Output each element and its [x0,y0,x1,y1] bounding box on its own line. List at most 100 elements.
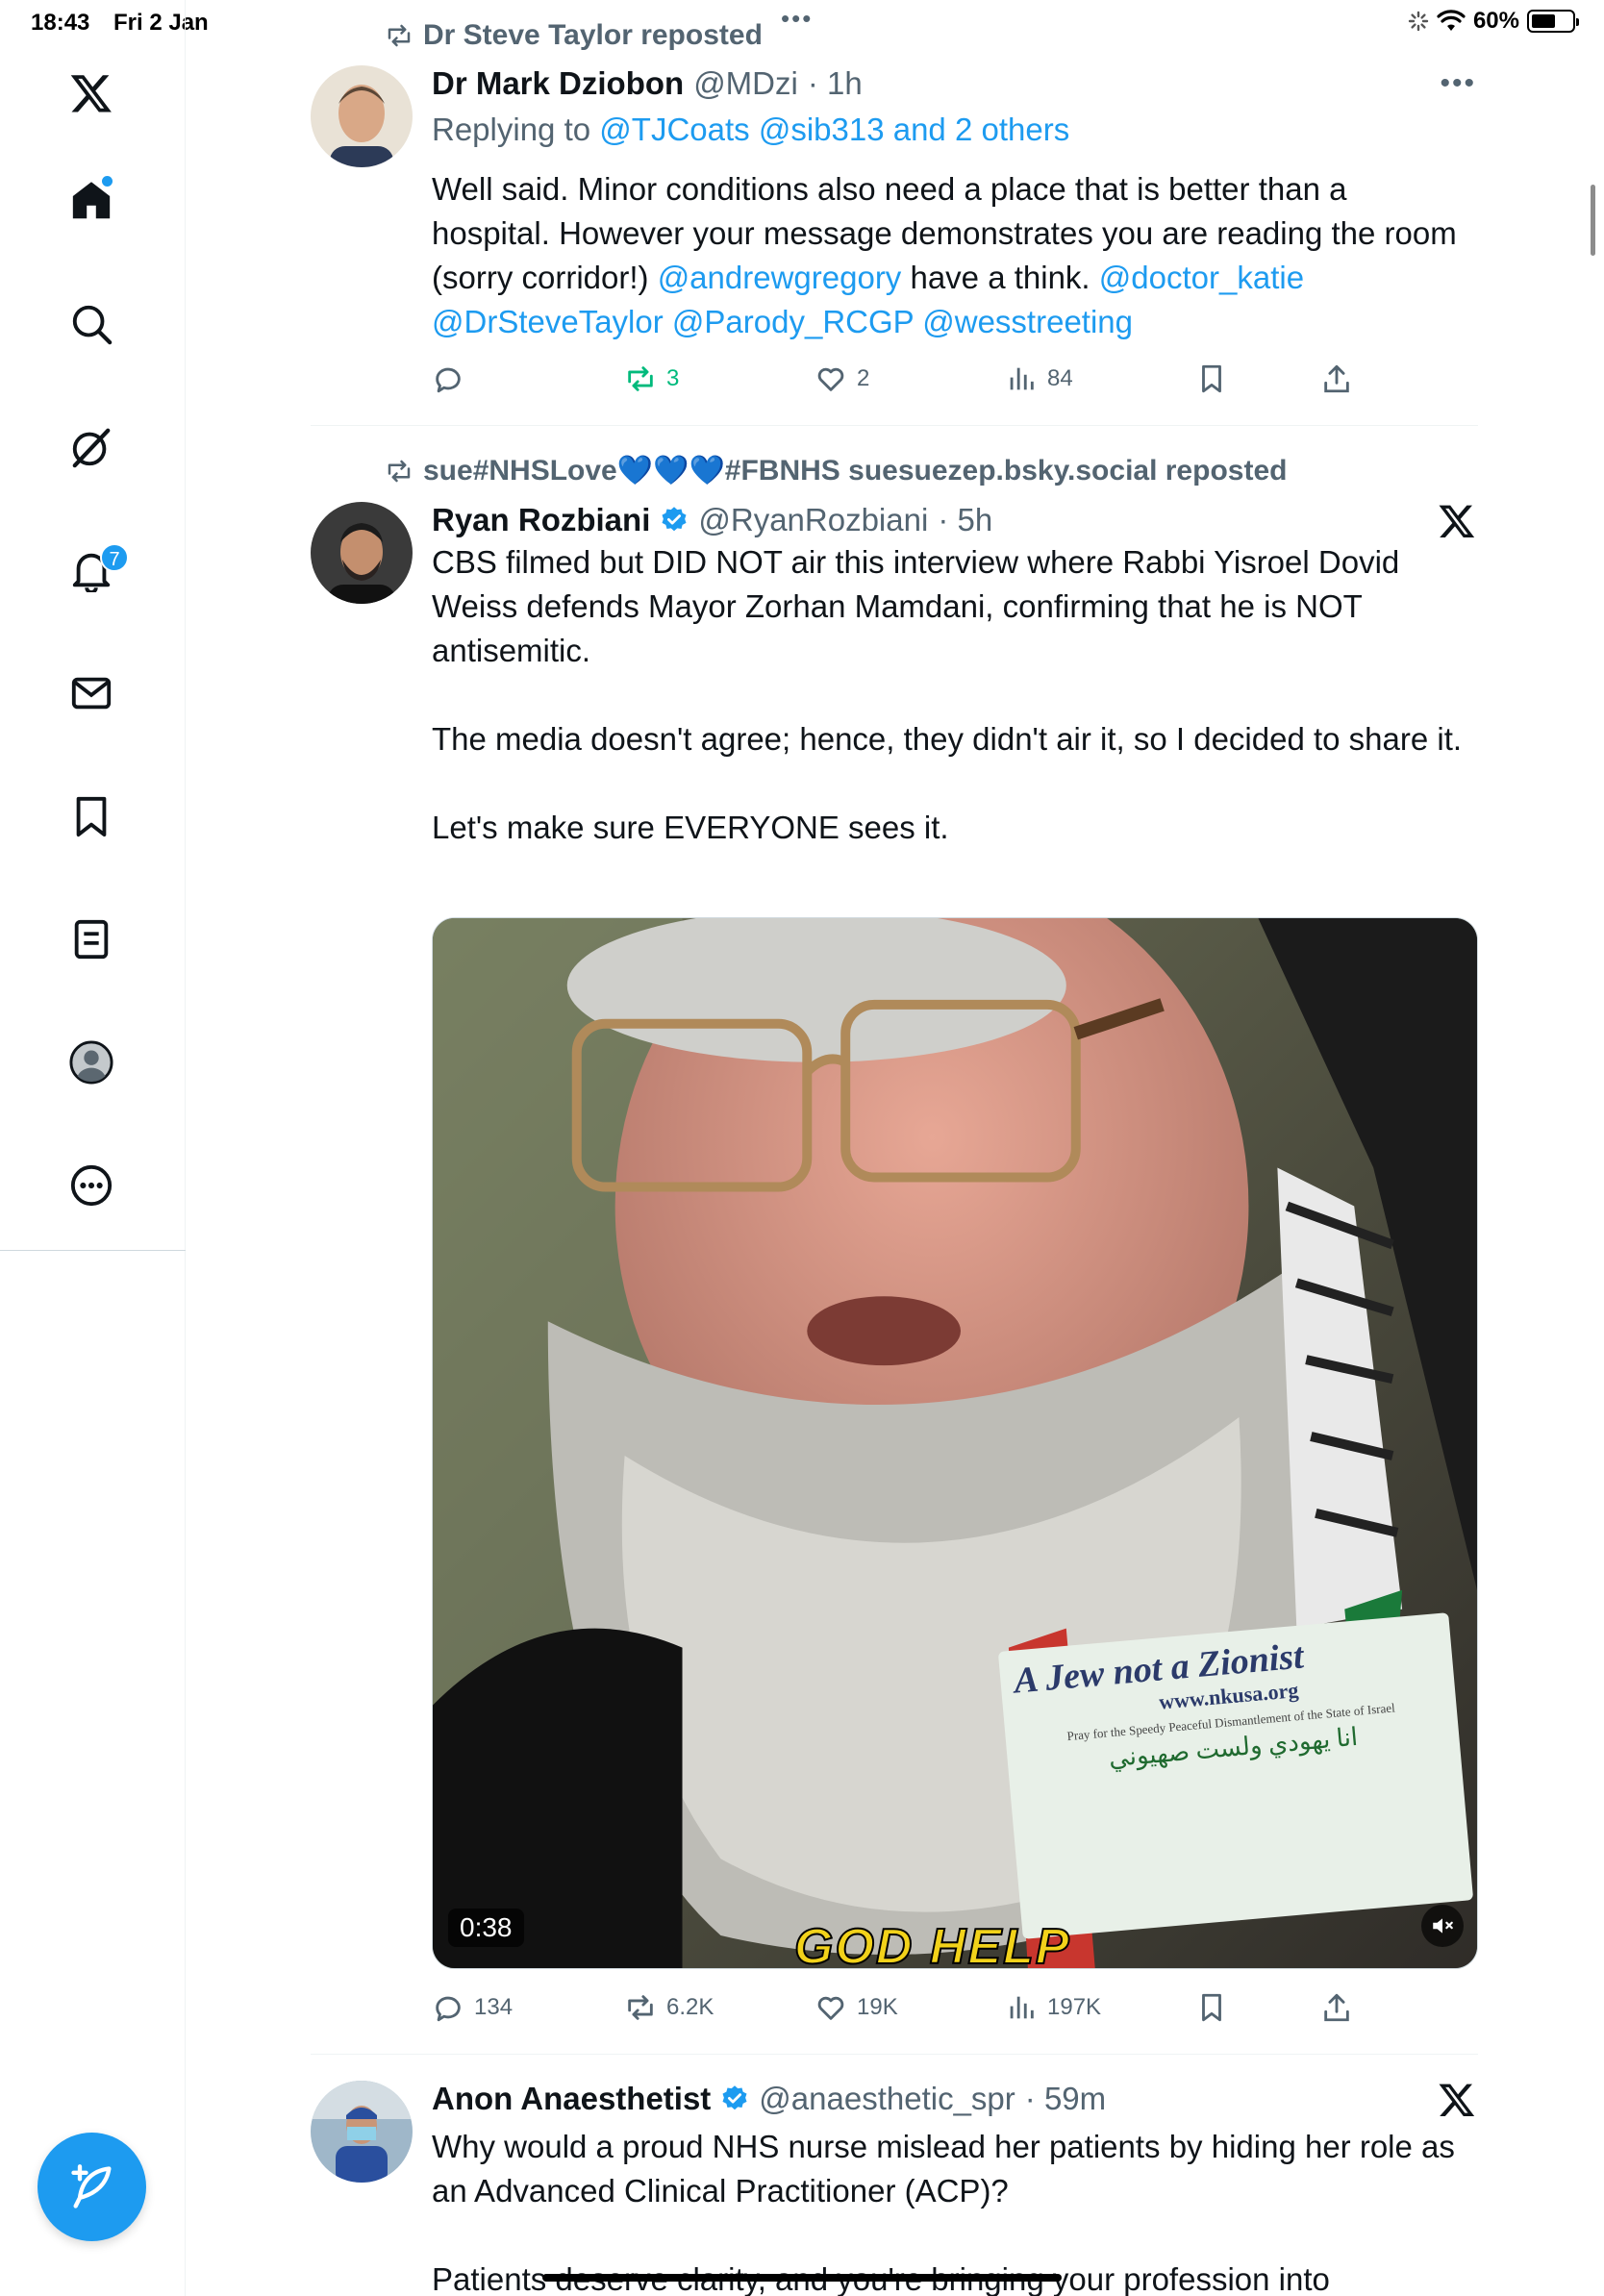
replying-to-link[interactable]: @TJCoats @sib313 and 2 others [599,112,1069,147]
scrollbar-thumb[interactable] [1591,185,1595,256]
tweet-paragraph: The media doesn't agree; hence, they did… [432,717,1470,761]
tweet-header: Dr Mark Dziobon @MDzi · 1h [432,65,863,102]
author-handle[interactable]: @anaesthetic_spr [759,2081,1015,2117]
tweet-text-run [664,304,672,339]
repost-icon [388,460,411,482]
bookmark-icon [1202,1993,1221,2022]
views-count: 84 [1047,365,1073,391]
share-button[interactable] [1320,1984,1353,2032]
verified-badge-icon [722,2085,747,2110]
multitasking-dots-icon[interactable]: ••• [781,4,813,34]
reply-icon [436,1996,461,2022]
x-logo-icon[interactable] [1438,502,1476,540]
tweet-time[interactable]: · 1h [808,65,863,102]
compose-button[interactable] [38,2133,146,2241]
repost-indicator[interactable]: sue#NHSLove💙💙💙#FBNHS suesuezep.bsky.soci… [385,454,1287,487]
views-button[interactable]: 197K [1005,1984,1101,2032]
envelope-icon[interactable] [63,665,119,721]
video-player[interactable]: A Jew not a Zionist www.nkusa.org Pray f… [432,917,1478,1969]
tweet-paragraph: Let's make sure EVERYONE sees it. [432,806,1470,850]
video-duration: 0:38 [448,1909,524,1947]
tweet-paragraph: Why would a proud NHS nurse mislead her … [432,2125,1470,2213]
like-icon [817,367,844,391]
repost-count: 6.2K [666,1994,714,2020]
author-name[interactable]: Dr Mark Dziobon [432,65,684,102]
battery-percent: 60% [1472,8,1519,34]
repost-by-label: sue#NHSLove💙💙💙#FBNHS suesuezep.bsky.soci… [423,455,1288,487]
author-name[interactable]: Ryan Rozbiani [432,502,650,538]
verified-badge-icon [662,507,687,532]
x-logo-icon[interactable] [63,65,119,121]
author-name[interactable]: Anon Anaesthetist [432,2081,711,2117]
status-bar: 18:43 Fri 2 Jan ••• 60% [0,0,1604,48]
video-sign: A Jew not a Zionist www.nkusa.org Pray f… [997,1612,1474,1939]
bookmark-button[interactable] [1195,355,1228,403]
tweet-divider [311,2054,1478,2055]
sidebar-divider [0,1250,186,1251]
notifications-badge: 7 [100,543,129,572]
avatar-icon[interactable] [63,1035,119,1090]
tweet-time[interactable]: · 59m [1025,2081,1106,2117]
x-logo-icon[interactable] [1438,2081,1476,2119]
mention-link[interactable]: @andrewgregory [658,260,902,295]
tweet-paragraph [432,673,1470,717]
mention-link[interactable]: @DrSteveTaylor [432,304,664,339]
avatar[interactable] [311,2081,413,2183]
more-options-icon[interactable]: ••• [1440,67,1476,100]
avatar[interactable] [311,65,413,167]
battery-icon [1527,10,1579,33]
more-circle-icon[interactable] [63,1158,119,1213]
compose-feather-icon [70,2163,111,2209]
avatar[interactable] [311,502,413,604]
tweet-text-run: Why would a proud NHS nurse mislead her … [432,2129,1455,2209]
bookmark-icon[interactable] [63,788,119,844]
replying-to: Replying to @TJCoats @sib313 and 2 other… [432,112,1069,148]
author-handle[interactable]: @MDzi [693,65,798,102]
reply-icon [436,367,461,393]
bookmark-button[interactable] [1195,1984,1228,2032]
grok-icon[interactable] [63,419,119,475]
like-button[interactable]: 2 [815,355,869,403]
share-button[interactable] [1320,355,1353,403]
author-handle[interactable]: @RyanRozbiani [698,502,928,538]
repost-indicator[interactable]: Dr Steve Taylor reposted [385,19,763,52]
mention-link[interactable]: @doctor_katie [1099,260,1304,295]
speaker-muted-icon [1433,1918,1453,1934]
share-icon [1324,364,1349,393]
tweet-actions: 134 6.2K 19K 197K [432,1984,1393,2032]
activity-spinner-icon [1408,11,1429,32]
list-icon[interactable] [63,911,119,967]
search-icon[interactable] [63,296,119,352]
wifi-icon [1437,10,1466,31]
like-count: 19K [857,1994,898,2020]
battery-level [1532,14,1555,28]
like-count: 2 [857,365,870,391]
tweet-text-run: have a think. [901,260,1099,295]
tweet-header: Ryan Rozbiani @RyanRozbiani · 5h [432,502,992,538]
tweet-text-run [914,304,922,339]
reply-count: 134 [474,1994,514,2020]
views-icon [1010,1996,1034,2019]
reply-button[interactable] [432,355,474,403]
repost-icon [628,1995,653,2020]
reply-button[interactable]: 134 [432,1984,513,2032]
mention-link[interactable]: @Parody_RCGP [672,304,914,339]
views-icon [1010,367,1034,390]
replying-prefix: Replying to [432,112,591,147]
mention-link[interactable]: @wesstreeting [922,304,1133,339]
repost-by-label: Dr Steve Taylor reposted [423,19,763,51]
home-indicator[interactable] [542,2274,1062,2282]
tweet-text: Well said. Minor conditions also need a … [432,167,1470,344]
repost-icon [388,24,411,47]
repost-button[interactable]: 3 [624,355,679,403]
mute-button[interactable] [1421,1905,1464,1947]
views-button[interactable]: 84 [1005,355,1073,403]
tweet-header: Anon Anaesthetist @anaesthetic_spr · 59m [432,2081,1106,2117]
tweet-paragraph [432,761,1470,806]
tweet-time[interactable]: · 5h [938,502,992,538]
like-button[interactable]: 19K [815,1984,898,2032]
repost-button[interactable]: 6.2K [624,1984,714,2032]
bookmark-icon [1202,364,1221,393]
views-count: 197K [1047,1994,1102,2020]
repost-count: 3 [666,365,680,391]
